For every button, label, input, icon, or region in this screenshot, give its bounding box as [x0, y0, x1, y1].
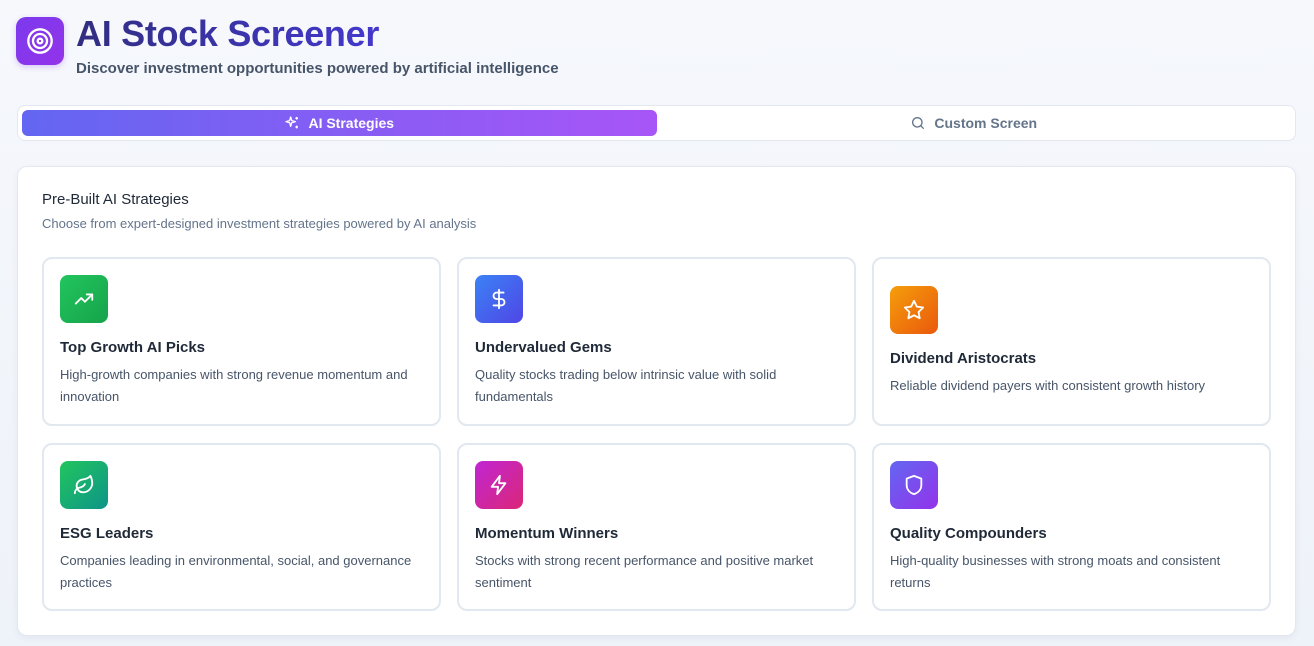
strategy-card-quality-compounders[interactable]: Quality Compounders High-quality busines…: [872, 443, 1271, 611]
strategy-card-momentum-winners[interactable]: Momentum Winners Stocks with strong rece…: [457, 443, 856, 611]
card-description: Companies leading in environmental, soci…: [60, 552, 412, 590]
page-subtitle: Discover investment opportunities powere…: [76, 60, 559, 77]
page-header: AI Stock Screener Discover investment op…: [16, 14, 559, 77]
strategy-card-top-growth[interactable]: Top Growth AI Picks High-growth companie…: [42, 257, 441, 426]
card-description: Quality stocks trading below intrinsic v…: [475, 367, 777, 404]
card-title: Top Growth AI Picks: [60, 339, 206, 356]
tab-ai-strategies[interactable]: AI Strategies: [22, 110, 657, 136]
tab-label: Custom Screen: [934, 115, 1038, 131]
strategy-card-dividend-aristocrats[interactable]: Dividend Aristocrats Reliable dividend p…: [872, 257, 1271, 426]
panel-description: Choose from expert-designed investment s…: [42, 216, 477, 231]
search-icon: [910, 115, 926, 131]
card-description: Reliable dividend payers with consistent…: [890, 378, 1206, 393]
card-description: Stocks with strong recent performance an…: [475, 552, 814, 590]
tab-custom-screen[interactable]: Custom Screen: [657, 110, 1292, 136]
shield-icon: [890, 460, 938, 509]
card-title: Momentum Winners: [475, 524, 619, 542]
card-description: High-quality businesses with strong moat…: [890, 552, 1221, 590]
strategy-grid: Top Growth AI Picks High-growth companie…: [42, 257, 1271, 611]
page-title: AI Stock Screener: [76, 14, 559, 54]
sparkles-icon: [284, 115, 300, 131]
card-title: Undervalued Gems: [475, 339, 612, 356]
star-icon: [890, 286, 938, 334]
strategy-card-esg-leaders[interactable]: ESG Leaders Companies leading in environ…: [42, 443, 441, 611]
card-description: High-growth companies with strong revenu…: [60, 367, 408, 404]
card-title: ESG Leaders: [60, 524, 154, 542]
strategies-panel: Pre-Built AI Strategies Choose from expe…: [17, 166, 1296, 636]
card-title: Quality Compounders: [890, 524, 1047, 542]
leaf-icon: [60, 460, 108, 509]
lightning-icon: [475, 460, 523, 509]
target-icon: [16, 17, 64, 65]
strategy-card-undervalued-gems[interactable]: Undervalued Gems Quality stocks trading …: [457, 257, 856, 426]
panel-title: Pre-Built AI Strategies: [42, 191, 189, 208]
tab-label: AI Strategies: [308, 115, 395, 131]
strategy-tabs: AI Strategies Custom Screen: [17, 105, 1296, 141]
dollar-sign-icon: [475, 275, 523, 323]
card-title: Dividend Aristocrats: [890, 350, 1037, 367]
app-root: AI Stock Screener Discover investment op…: [0, 0, 1314, 646]
trending-up-icon: [60, 275, 108, 323]
